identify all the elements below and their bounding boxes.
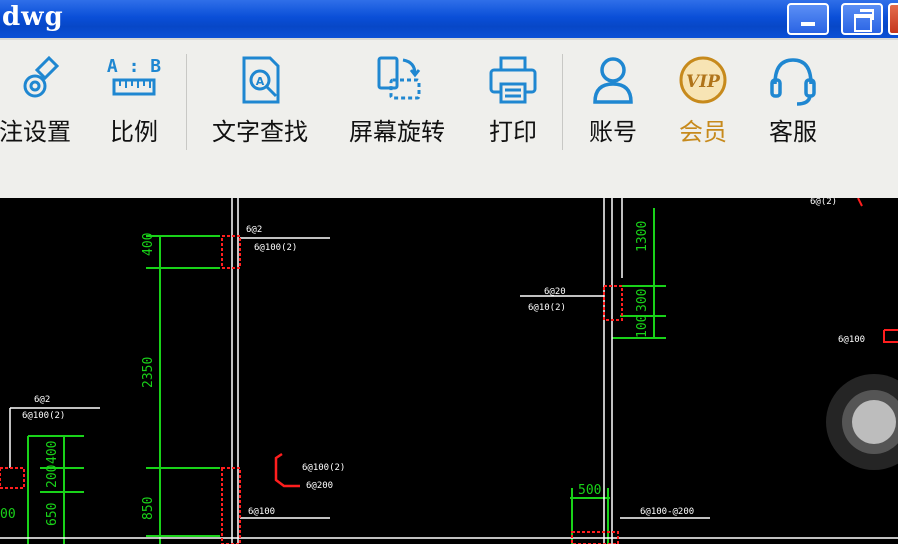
vip-badge-icon: VIP bbox=[679, 56, 727, 104]
annotation-label: 6@100(2) bbox=[22, 411, 65, 421]
support-button[interactable]: 客服 bbox=[758, 50, 828, 150]
scale-button[interactable]: A : B 比例 bbox=[96, 50, 172, 150]
drawing-canvas[interactable]: 400 2350 850 400 200 650 1300 300 100 50… bbox=[0, 198, 898, 544]
toolbar-item-label: 文字查找 bbox=[212, 118, 308, 146]
dim-label: 2350 bbox=[141, 357, 156, 388]
dim-label: 500 bbox=[578, 483, 601, 498]
user-icon bbox=[593, 57, 633, 104]
structure-lines bbox=[0, 198, 898, 544]
title-bar: dwg bbox=[0, 0, 898, 38]
svg-text:VIP: VIP bbox=[686, 72, 721, 92]
annotation-label: 6@(2) bbox=[810, 198, 837, 207]
annotation-settings-button[interactable]: 注设置 bbox=[0, 50, 80, 150]
toolbar-item-label: 客服 bbox=[769, 118, 817, 146]
annotation-label: 6@2 bbox=[34, 395, 50, 405]
toolbar-separator bbox=[562, 54, 563, 150]
annotation-label: 6@10(2) bbox=[528, 303, 566, 313]
toolbar-separator bbox=[186, 54, 187, 150]
toolbar-item-label: 打印 bbox=[489, 118, 537, 146]
annotation-label: 6@2 bbox=[246, 225, 262, 235]
window-title: dwg bbox=[2, 2, 64, 32]
dim-label: 400 bbox=[45, 441, 60, 464]
annotation-label: 6@20 bbox=[544, 287, 566, 297]
dim-label: 00 bbox=[0, 507, 16, 522]
close-button[interactable] bbox=[888, 3, 898, 35]
annotation-label: 6@100 bbox=[248, 507, 275, 517]
annotation-label: 6@100-@200 bbox=[640, 507, 694, 517]
svg-text:A: A bbox=[256, 75, 265, 88]
rotate-screen-icon bbox=[377, 56, 421, 100]
toolbar-item-label: 注设置 bbox=[0, 118, 71, 146]
headset-icon bbox=[770, 58, 816, 106]
doc-search-icon: A bbox=[242, 56, 280, 104]
toolbar-item-label: 比例 bbox=[110, 118, 158, 146]
annotation-label: 6@100(2) bbox=[254, 243, 297, 253]
vip-button[interactable]: VIP 会员 bbox=[668, 50, 738, 150]
floating-joystick[interactable] bbox=[826, 374, 898, 470]
dim-label: 400 bbox=[141, 233, 156, 256]
toolbar-item-label: 屏幕旋转 bbox=[349, 118, 445, 146]
print-button[interactable]: 打印 bbox=[478, 50, 548, 150]
dim-label: 850 bbox=[141, 497, 156, 520]
dim-label: 200 bbox=[45, 465, 60, 488]
dim-label: 1300 bbox=[635, 221, 650, 252]
account-button[interactable]: 账号 bbox=[578, 50, 648, 150]
dim-label: 300 bbox=[635, 289, 650, 312]
ruler-ab-text: A : B bbox=[107, 56, 161, 77]
annotation-label: 6@100 bbox=[838, 335, 865, 345]
gear-pen-icon bbox=[23, 55, 60, 98]
minimize-button[interactable] bbox=[787, 3, 829, 35]
toolbar-item-label: 会员 bbox=[679, 118, 727, 146]
restore-button[interactable] bbox=[841, 3, 883, 35]
dimension-lines bbox=[27, 208, 666, 544]
ruler-ab-icon: A : B bbox=[107, 56, 161, 96]
printer-icon bbox=[489, 56, 537, 104]
annotation-label: 6@100(2) bbox=[302, 463, 345, 473]
toolbar: 注设置 A : B 比例 A 文字查找 屏幕旋转 打印 账号 VIP 会员 客服 bbox=[0, 38, 898, 198]
screen-rotate-button[interactable]: 屏幕旋转 bbox=[342, 50, 452, 150]
dim-label: 650 bbox=[45, 503, 60, 526]
toolbar-item-label: 账号 bbox=[589, 118, 637, 146]
wall-sections bbox=[0, 198, 898, 544]
annotation-label: 6@200 bbox=[306, 481, 333, 491]
text-search-button[interactable]: A 文字查找 bbox=[205, 50, 315, 150]
dim-label: 100 bbox=[635, 315, 650, 338]
